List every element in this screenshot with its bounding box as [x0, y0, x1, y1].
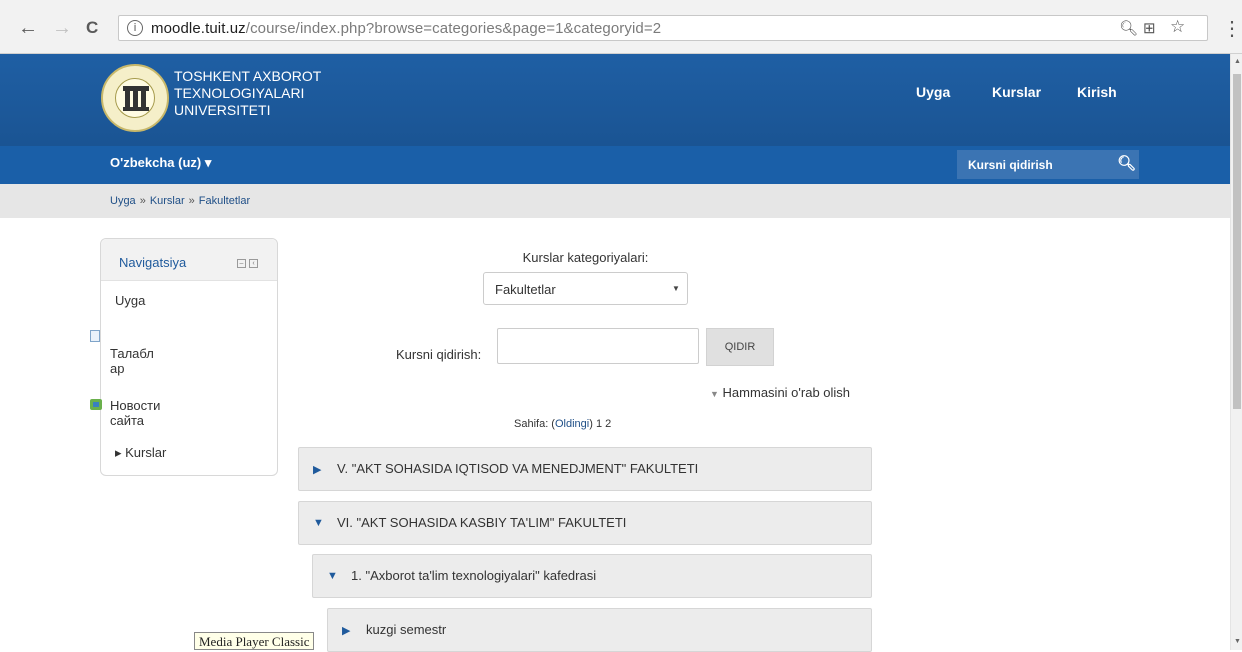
- breadcrumb-bar: Uyga» Kurslar» Fakultetlar: [0, 184, 1230, 218]
- browser-menu-icon[interactable]: ⋮: [1222, 16, 1242, 41]
- nav-item-talablar[interactable]: Талабл: [110, 346, 154, 361]
- breadcrumb-courses[interactable]: Kurslar: [150, 195, 185, 207]
- breadcrumb: Uyga» Kurslar» Fakultetlar: [110, 195, 250, 207]
- url-path: /course/index.php?browse=categories&page…: [245, 20, 662, 37]
- triangle-right-icon[interactable]: ▶: [313, 463, 321, 476]
- collapse-all-link[interactable]: ▼ Hammasini o'rab olish: [710, 385, 850, 400]
- address-bar[interactable]: i moodle.tuit.uz/course/index.php?browse…: [118, 15, 1208, 41]
- search-button[interactable]: QIDIR: [706, 328, 774, 366]
- scroll-down-icon[interactable]: ▼: [1234, 638, 1241, 645]
- category-row[interactable]: ▼ VI. "AKT SOHASIDA KASBIY TA'LIM" FAKUL…: [298, 501, 872, 545]
- zoom-icon[interactable]: 🔍︎: [1119, 19, 1138, 37]
- category-row[interactable]: ▶ V. "AKT SOHASIDA IQTISOD VA MENEDJMENT…: [298, 447, 872, 491]
- logo-emblem: [115, 78, 155, 118]
- breadcrumb-home[interactable]: Uyga: [110, 195, 136, 207]
- triangle-down-icon[interactable]: ▼: [327, 570, 338, 582]
- bookmark-star-icon[interactable]: ☆: [1170, 17, 1185, 37]
- forward-button[interactable]: →: [52, 18, 72, 38]
- header-search-input[interactable]: Kursni qidirish 🔍︎: [957, 150, 1139, 179]
- triangle-down-icon[interactable]: ▼: [313, 517, 324, 529]
- pager-prev-link[interactable]: Oldingi: [555, 418, 589, 430]
- reload-button[interactable]: C: [86, 18, 98, 38]
- nav-item-news[interactable]: Новости: [110, 398, 160, 413]
- nav-link-courses[interactable]: Kurslar: [992, 84, 1041, 100]
- navigation-block-header: Navigatsiya – ‹: [101, 239, 277, 281]
- url-text[interactable]: moodle.tuit.uz/course/index.php?browse=c…: [151, 20, 661, 37]
- back-button[interactable]: ←: [18, 18, 38, 38]
- info-icon[interactable]: i: [127, 20, 143, 36]
- site-name-line: TOSHKENT AXBOROT: [174, 68, 322, 84]
- site-name[interactable]: TOSHKENT AXBOROT TEXNOLOGIYALARI UNIVERS…: [174, 68, 321, 119]
- language-search-bar: O'zbekcha (uz) ▾ Kursni qidirish 🔍︎: [0, 146, 1230, 184]
- logo-column: [141, 91, 146, 107]
- browser-toolbar: ← → C i moodle.tuit.uz/course/index.php?…: [0, 0, 1242, 54]
- nav-item-home[interactable]: Uyga: [115, 293, 145, 308]
- search-icon[interactable]: 🔍︎: [1117, 154, 1136, 172]
- nav-item-talablar-cont[interactable]: ар: [110, 361, 124, 376]
- triangle-down-icon: ▼: [710, 389, 719, 399]
- course-search-label: Kursni qidirish:: [396, 347, 482, 362]
- course-search-input[interactable]: [497, 328, 699, 364]
- category-select[interactable]: Fakultetlar ▼: [483, 272, 688, 305]
- breadcrumb-faculties[interactable]: Fakultetlar: [199, 195, 250, 207]
- collapse-all-label: Hammasini o'rab olish: [722, 385, 851, 400]
- nav-item-news-cont[interactable]: сайта: [110, 413, 144, 428]
- logo-column: [133, 91, 138, 107]
- pager-prefix: Sahifa: (: [514, 418, 555, 430]
- minimize-block-icon[interactable]: –: [237, 259, 246, 268]
- page-icon: [90, 330, 100, 342]
- scrollbar-thumb[interactable]: [1233, 74, 1241, 409]
- triangle-right-icon[interactable]: ▶: [342, 624, 350, 637]
- subcategory-row[interactable]: ▶ kuzgi semestr: [327, 608, 872, 652]
- subcategory-row[interactable]: ▼ 1. "Axborot ta'lim texnologiyalari" ka…: [312, 554, 872, 598]
- translate-icon[interactable]: ⊞: [1143, 19, 1156, 37]
- forum-icon: [90, 399, 102, 410]
- category-name[interactable]: kuzgi semestr: [366, 622, 446, 637]
- breadcrumb-separator: »: [139, 195, 146, 207]
- site-name-line: UNIVERSITETI: [174, 102, 271, 118]
- category-name[interactable]: VI. "AKT SOHASIDA KASBIY TA'LIM" FAKULTE…: [337, 515, 626, 530]
- nav-link-home[interactable]: Uyga: [916, 84, 950, 100]
- logo-column: [125, 91, 130, 107]
- breadcrumb-separator: »: [188, 195, 195, 207]
- site-header: TOSHKENT AXBOROT TEXNOLOGIYALARI UNIVERS…: [0, 54, 1230, 146]
- category-name[interactable]: V. "AKT SOHASIDA IQTISOD VA MENEDJMENT" …: [337, 461, 698, 476]
- search-placeholder: Kursni qidirish: [968, 158, 1053, 172]
- navigation-block-title[interactable]: Navigatsiya: [119, 255, 186, 270]
- category-select-value: Fakultetlar: [495, 282, 556, 297]
- chevron-down-icon: ▼: [672, 284, 680, 293]
- language-menu[interactable]: O'zbekcha (uz) ▾: [110, 155, 211, 171]
- category-select-label: Kurslar kategoriyalari:: [522, 250, 649, 265]
- scroll-up-icon[interactable]: ▲: [1234, 58, 1241, 65]
- category-name[interactable]: 1. "Axborot ta'lim texnologiyalari" kafe…: [351, 568, 596, 583]
- dock-block-icon[interactable]: ‹: [249, 259, 258, 268]
- site-name-line: TEXNOLOGIYALARI: [174, 85, 305, 101]
- logo-base: [123, 107, 149, 111]
- university-logo[interactable]: [101, 64, 169, 132]
- page-scrollbar[interactable]: ▲ ▼: [1230, 54, 1242, 650]
- nav-item-courses[interactable]: ▸ Kurslar: [115, 445, 166, 460]
- pager-pages[interactable]: ) 1 2: [589, 418, 611, 430]
- url-host: moodle.tuit.uz: [151, 20, 246, 37]
- nav-link-login[interactable]: Kirish: [1077, 84, 1117, 100]
- paging-bar: Sahifa: (Oldingi) 1 2: [514, 418, 611, 430]
- taskbar-tooltip: Media Player Classic: [194, 632, 315, 650]
